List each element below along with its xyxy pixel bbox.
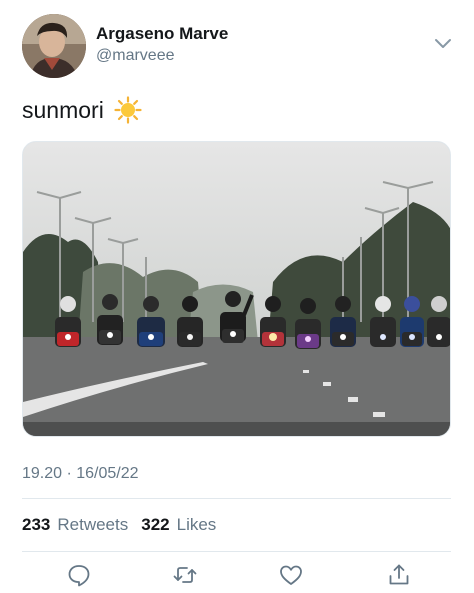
author-names: Argaseno Marve @marveee [96, 24, 228, 66]
display-name[interactable]: Argaseno Marve [96, 24, 228, 44]
user-handle[interactable]: @marveee [96, 46, 228, 66]
reply-icon[interactable] [66, 562, 92, 588]
action-bar [22, 560, 451, 590]
tweet-timestamp[interactable]: 19.20 · 16/05/22 [22, 465, 139, 483]
retweets-count[interactable]: 233 [22, 515, 50, 535]
likes-label[interactable]: Likes [177, 515, 217, 535]
chevron-down-icon[interactable] [432, 32, 454, 54]
engagement-stats: 233 Retweets 322 Likes [22, 515, 222, 535]
tweet-photo[interactable] [22, 141, 451, 437]
tweet-header: Argaseno Marve @marveee [22, 14, 458, 78]
likes-count[interactable]: 322 [141, 515, 169, 535]
divider [22, 551, 451, 552]
retweet-icon[interactable] [172, 562, 198, 588]
divider [22, 498, 451, 499]
avatar[interactable] [22, 14, 86, 78]
tweet-body: sunmori [22, 96, 104, 123]
retweets-label[interactable]: Retweets [57, 515, 128, 535]
like-icon[interactable] [278, 562, 304, 588]
tweet-text: sunmori [22, 96, 142, 124]
sun-emoji-icon [114, 96, 142, 124]
share-icon[interactable] [386, 562, 412, 588]
